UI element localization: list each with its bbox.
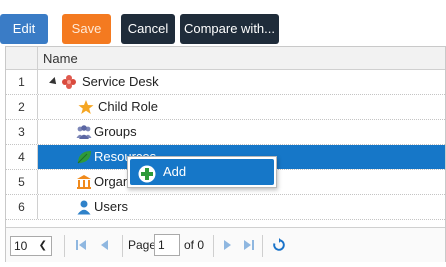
row-number: 6 <box>6 195 38 219</box>
table-row[interactable]: 1 Service Desk <box>6 70 445 95</box>
table-row[interactable]: 6 Users <box>6 195 445 220</box>
organization-icon <box>77 175 91 189</box>
refresh-icon[interactable] <box>272 237 286 253</box>
groups-icon <box>76 125 92 139</box>
grid-header: Name <box>6 47 445 70</box>
row-number: 5 <box>6 170 38 194</box>
divider <box>122 235 123 257</box>
add-icon <box>138 165 156 183</box>
row-number-header <box>6 47 38 69</box>
context-menu-item-add[interactable]: Add <box>130 159 274 185</box>
name-cell[interactable]: Child Role <box>38 95 445 119</box>
first-page-icon[interactable] <box>74 237 88 253</box>
page-number-input[interactable]: 1 <box>154 234 180 256</box>
previous-page-icon[interactable] <box>98 237 112 253</box>
user-icon <box>77 200 91 215</box>
row-number: 4 <box>6 145 38 169</box>
row-number: 2 <box>6 95 38 119</box>
save-button[interactable]: Save <box>62 14 111 44</box>
page-size-select[interactable]: 10 ❮ <box>10 236 52 256</box>
context-menu: Add <box>127 156 277 188</box>
toolbar: Edit Save Cancel Compare with... <box>0 0 446 46</box>
table-row[interactable]: 3 Groups <box>6 120 445 145</box>
star-icon <box>78 100 94 114</box>
context-menu-item-label: Add <box>163 164 187 179</box>
row-label: Groups <box>94 124 137 139</box>
name-cell[interactable]: Users <box>38 195 445 219</box>
leaf-icon <box>77 151 91 164</box>
row-number: 3 <box>6 120 38 144</box>
row-label: Service Desk <box>82 74 159 89</box>
page-label: Page <box>128 238 157 252</box>
divider <box>262 235 263 257</box>
last-page-icon[interactable] <box>242 237 256 253</box>
name-cell[interactable]: Service Desk <box>38 70 445 94</box>
cancel-button[interactable]: Cancel <box>121 14 175 44</box>
tree-grid: Name 1 Service Desk 2 Child Role 3 Group… <box>5 46 446 262</box>
row-label: Child Role <box>98 99 158 114</box>
edit-button[interactable]: Edit <box>0 14 48 44</box>
page-total-label: of 0 <box>184 238 205 252</box>
next-page-icon[interactable] <box>220 237 234 253</box>
table-row[interactable]: 2 Child Role <box>6 95 445 120</box>
pager: 10 ❮ Page 1 of 0 <box>6 227 445 262</box>
divider <box>213 235 214 257</box>
divider <box>64 235 65 257</box>
page-size-value: 10 <box>14 239 28 253</box>
row-label: Users <box>94 199 128 214</box>
compare-with-button[interactable]: Compare with... <box>180 14 279 44</box>
service-desk-icon <box>62 75 76 89</box>
chevron-down-icon: ❮ <box>38 240 47 251</box>
name-column-header[interactable]: Name <box>43 51 78 66</box>
name-cell[interactable]: Groups <box>38 120 445 144</box>
row-number: 1 <box>6 70 38 94</box>
collapse-arrow-icon[interactable] <box>49 77 59 87</box>
